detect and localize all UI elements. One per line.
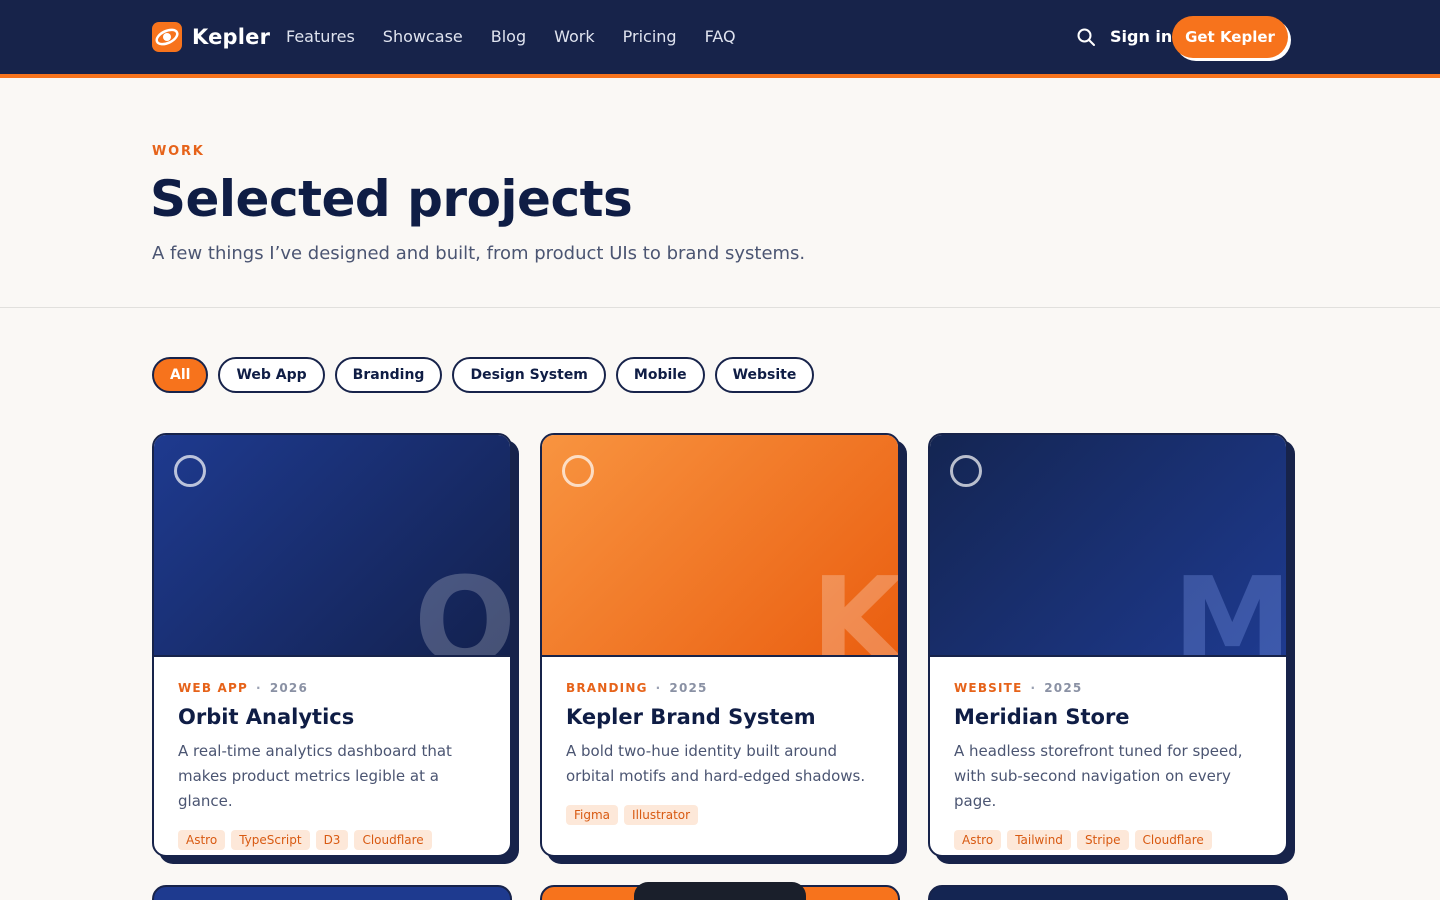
tag: Stripe bbox=[1076, 830, 1129, 850]
tag: TypeScript bbox=[231, 830, 310, 850]
tag: Astro bbox=[954, 830, 1002, 850]
filter-all[interactable]: All bbox=[152, 357, 209, 393]
nav-link-showcase[interactable]: Showcase bbox=[383, 27, 463, 46]
project-filters: All Web App Branding Design System Mobil… bbox=[152, 357, 824, 393]
project-year: 2026 bbox=[269, 681, 309, 695]
project-cover: M bbox=[930, 435, 1286, 657]
sign-in-link[interactable]: Sign in bbox=[1110, 27, 1172, 46]
project-category: WEB APP bbox=[178, 681, 249, 695]
tag: Figma bbox=[566, 805, 619, 825]
project-card-peek[interactable] bbox=[152, 885, 512, 900]
project-tags: Astro Tailwind Stripe Cloudflare bbox=[954, 830, 1262, 850]
orbit-ring-icon bbox=[950, 455, 982, 487]
search-icon[interactable] bbox=[1076, 27, 1098, 49]
project-title: Meridian Store bbox=[954, 705, 1130, 729]
project-year: 2025 bbox=[669, 681, 708, 695]
tag: Astro bbox=[178, 830, 226, 850]
orbit-ring-icon bbox=[562, 455, 594, 487]
project-tags: Figma Illustrator bbox=[566, 805, 874, 825]
meta-separator: · bbox=[655, 681, 662, 695]
meta-separator: · bbox=[256, 681, 262, 695]
top-navbar: Kepler Features Showcase Blog Work Prici… bbox=[0, 0, 1440, 78]
project-card-peek[interactable] bbox=[928, 885, 1288, 900]
filter-website[interactable]: Website bbox=[714, 357, 815, 393]
main-nav: Features Showcase Blog Work Pricing FAQ bbox=[286, 27, 764, 46]
filter-mobile[interactable]: Mobile bbox=[615, 357, 705, 393]
nav-link-features[interactable]: Features bbox=[286, 27, 355, 46]
nav-link-faq[interactable]: FAQ bbox=[705, 27, 736, 46]
tag: D3 bbox=[315, 830, 349, 850]
section-divider bbox=[0, 307, 1440, 308]
project-monogram: O bbox=[413, 553, 510, 657]
section-eyebrow: WORK bbox=[152, 144, 205, 159]
project-monogram: M bbox=[1172, 553, 1286, 657]
project-card-meridian-store[interactable]: M WEBSITE · 2025 Meridian Store A headle… bbox=[928, 433, 1288, 857]
nav-link-work[interactable]: Work bbox=[554, 27, 595, 46]
project-description: A bold two-hue identity built around orb… bbox=[566, 742, 866, 785]
page-subtitle: A few things I’ve designed and built, fr… bbox=[152, 243, 806, 264]
get-kepler-button[interactable]: Get Kepler bbox=[1172, 16, 1288, 58]
meta-separator: · bbox=[1030, 681, 1037, 695]
project-category: WEBSITE bbox=[954, 681, 1023, 695]
kepler-logo-icon bbox=[152, 22, 182, 52]
nav-link-pricing[interactable]: Pricing bbox=[623, 27, 677, 46]
project-title: Orbit Analytics bbox=[178, 705, 355, 729]
tag: Illustrator bbox=[624, 805, 699, 825]
brand-logo-link[interactable]: Kepler bbox=[152, 22, 270, 52]
project-card-orbit-analytics[interactable]: O WEB APP · 2026 Orbit Analytics A real-… bbox=[152, 433, 512, 857]
project-cover: O bbox=[154, 435, 510, 657]
filter-design-system[interactable]: Design System bbox=[452, 357, 606, 393]
project-monogram: K bbox=[811, 553, 898, 657]
filter-branding[interactable]: Branding bbox=[334, 357, 443, 393]
filter-web-app[interactable]: Web App bbox=[218, 357, 325, 393]
tag: Cloudflare bbox=[354, 830, 432, 850]
orbit-ring-icon bbox=[174, 455, 206, 487]
project-card-kepler-brand-system[interactable]: K BRANDING · 2025 Kepler Brand System A … bbox=[540, 433, 900, 857]
project-description: A real-time analytics dashboard that mak… bbox=[178, 742, 452, 810]
project-description: A headless storefront tuned for speed, w… bbox=[954, 742, 1243, 810]
project-category: BRANDING bbox=[566, 681, 648, 695]
brand-name: Kepler bbox=[192, 25, 271, 49]
tag: Tailwind bbox=[1007, 830, 1071, 850]
nav-link-blog[interactable]: Blog bbox=[491, 27, 526, 46]
project-title: Kepler Brand System bbox=[566, 705, 816, 729]
floating-dev-toolbar[interactable] bbox=[634, 882, 806, 900]
tag: Cloudflare bbox=[1134, 830, 1212, 850]
page-title: Selected projects bbox=[150, 170, 633, 228]
project-year: 2025 bbox=[1044, 681, 1083, 695]
project-tags: Astro TypeScript D3 Cloudflare bbox=[178, 830, 486, 850]
project-cover: K bbox=[542, 435, 898, 657]
